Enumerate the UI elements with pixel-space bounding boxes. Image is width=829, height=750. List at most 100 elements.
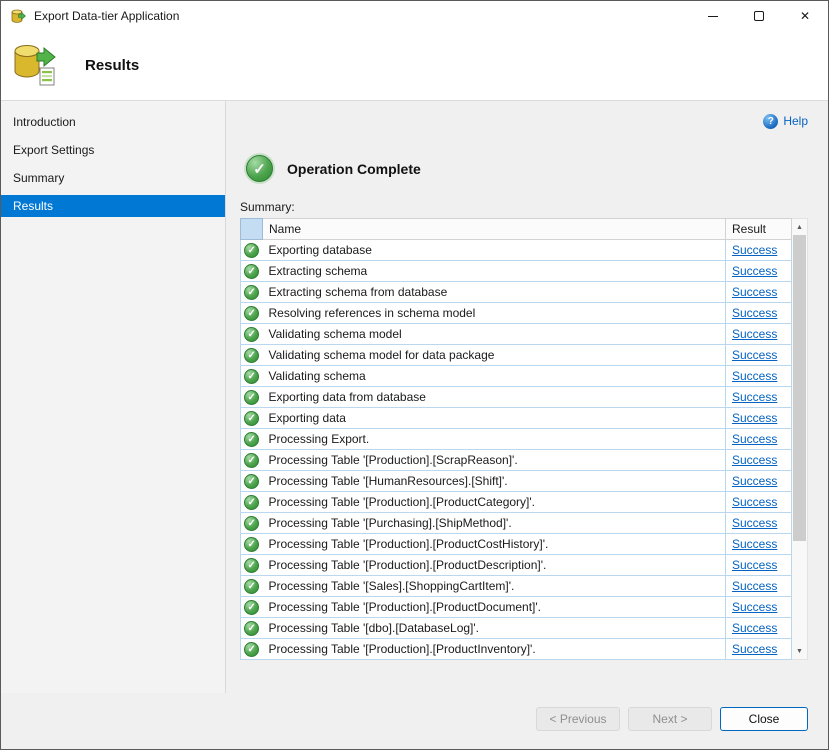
table-row: ✓Processing Table '[Production].[Product… bbox=[241, 555, 792, 576]
scroll-down-button[interactable]: ▼ bbox=[792, 643, 807, 659]
row-result-cell: Success bbox=[726, 618, 792, 639]
row-name: Extracting schema bbox=[263, 261, 726, 282]
row-name: Exporting database bbox=[263, 240, 726, 261]
row-result-cell: Success bbox=[726, 282, 792, 303]
row-result-cell: Success bbox=[726, 408, 792, 429]
titlebar[interactable]: Export Data-tier Application ✕ bbox=[1, 1, 828, 31]
success-link[interactable]: Success bbox=[732, 348, 777, 362]
scroll-track[interactable] bbox=[792, 235, 807, 643]
row-name: Processing Table '[Production].[ProductC… bbox=[263, 534, 726, 555]
success-check-icon: ✓ bbox=[244, 327, 259, 342]
titlebar-close-button[interactable]: ✕ bbox=[782, 1, 828, 31]
success-link[interactable]: Success bbox=[732, 537, 777, 551]
maximize-icon bbox=[754, 11, 764, 21]
success-check-icon: ✓ bbox=[244, 600, 259, 615]
column-header-result[interactable]: Result bbox=[726, 219, 792, 240]
row-result-cell: Success bbox=[726, 324, 792, 345]
footer: < Previous Next > Close bbox=[1, 693, 828, 749]
row-status-cell: ✓ bbox=[241, 303, 263, 324]
success-link[interactable]: Success bbox=[732, 600, 777, 614]
success-link[interactable]: Success bbox=[732, 285, 777, 299]
row-result-cell: Success bbox=[726, 534, 792, 555]
table-row: ✓Exporting dataSuccess bbox=[241, 408, 792, 429]
close-button[interactable]: Close bbox=[720, 707, 808, 731]
success-check-icon: ✓ bbox=[244, 369, 259, 384]
operation-complete-icon: ✓ bbox=[246, 155, 273, 182]
table-row: ✓Validating schemaSuccess bbox=[241, 366, 792, 387]
success-check-icon: ✓ bbox=[244, 642, 259, 657]
column-header-status bbox=[241, 219, 263, 240]
success-link[interactable]: Success bbox=[732, 306, 777, 320]
success-link[interactable]: Success bbox=[732, 432, 777, 446]
table-row: ✓Processing Table '[HumanResources].[Shi… bbox=[241, 471, 792, 492]
row-status-cell: ✓ bbox=[241, 471, 263, 492]
success-link[interactable]: Success bbox=[732, 453, 777, 467]
row-status-cell: ✓ bbox=[241, 513, 263, 534]
export-data-tier-window: Export Data-tier Application ✕ bbox=[0, 0, 829, 750]
sidebar-item-introduction[interactable]: Introduction bbox=[1, 111, 225, 133]
row-name: Processing Export. bbox=[263, 429, 726, 450]
table-row: ✓Validating schema model for data packag… bbox=[241, 345, 792, 366]
row-name: Processing Table '[Production].[ScrapRea… bbox=[263, 450, 726, 471]
maximize-button[interactable] bbox=[736, 1, 782, 31]
minimize-icon bbox=[708, 16, 718, 17]
close-icon: ✕ bbox=[800, 10, 810, 22]
success-link[interactable]: Success bbox=[732, 558, 777, 572]
row-name: Exporting data from database bbox=[263, 387, 726, 408]
row-name: Processing Table '[Production].[ProductI… bbox=[263, 639, 726, 660]
row-result-cell: Success bbox=[726, 261, 792, 282]
success-link[interactable]: Success bbox=[732, 390, 777, 404]
status-row: ✓ Operation Complete bbox=[246, 155, 808, 182]
row-result-cell: Success bbox=[726, 387, 792, 408]
success-link[interactable]: Success bbox=[732, 411, 777, 425]
scroll-thumb[interactable] bbox=[793, 235, 806, 541]
table-row: ✓Resolving references in schema modelSuc… bbox=[241, 303, 792, 324]
success-link[interactable]: Success bbox=[732, 495, 777, 509]
sidebar-item-results[interactable]: Results bbox=[1, 195, 225, 217]
success-check-icon: ✓ bbox=[244, 411, 259, 426]
next-button[interactable]: Next > bbox=[628, 707, 712, 731]
table-row: ✓ Processing Table '[Production].[Product… bbox=[241, 639, 792, 660]
row-status-cell: ✓ bbox=[241, 450, 263, 471]
row-status-cell: ✓ bbox=[241, 429, 263, 450]
content-pane: ? Help ✓ Operation Complete Summary: Nam… bbox=[226, 101, 828, 693]
table-row: ✓Exporting data from database Success bbox=[241, 387, 792, 408]
success-link[interactable]: Success bbox=[732, 243, 777, 257]
previous-button[interactable]: < Previous bbox=[536, 707, 620, 731]
row-name: Processing Table '[dbo].[DatabaseLog]'. bbox=[263, 618, 726, 639]
success-link[interactable]: Success bbox=[732, 264, 777, 278]
row-name: Validating schema model bbox=[263, 324, 726, 345]
success-link[interactable]: Success bbox=[732, 516, 777, 530]
row-result-cell: Success bbox=[726, 471, 792, 492]
success-check-icon: ✓ bbox=[244, 264, 259, 279]
sidebar-item-summary[interactable]: Summary bbox=[1, 167, 225, 189]
column-header-name[interactable]: Name bbox=[263, 219, 726, 240]
scroll-up-button[interactable]: ▲ bbox=[792, 219, 807, 235]
success-check-icon: ✓ bbox=[244, 432, 259, 447]
row-name: Processing Table '[Production].[ProductD… bbox=[263, 555, 726, 576]
row-status-cell: ✓ bbox=[241, 240, 263, 261]
row-status-cell: ✓ bbox=[241, 408, 263, 429]
sidebar-item-export-settings[interactable]: Export Settings bbox=[1, 139, 225, 161]
table-row: ✓ Validating schema model Success bbox=[241, 324, 792, 345]
row-status-cell: ✓ bbox=[241, 387, 263, 408]
export-dac-icon bbox=[11, 42, 57, 89]
success-check-icon: ✓ bbox=[244, 348, 259, 363]
minimize-button[interactable] bbox=[690, 1, 736, 31]
success-link[interactable]: Success bbox=[732, 369, 777, 383]
success-check-icon: ✓ bbox=[244, 243, 259, 258]
row-result-cell: Success bbox=[726, 639, 792, 660]
results-table-body: ✓Exporting databaseSuccess✓Extracting sc… bbox=[241, 240, 792, 660]
row-name: Processing Table '[Purchasing].[ShipMeth… bbox=[263, 513, 726, 534]
window-title: Export Data-tier Application bbox=[34, 9, 179, 23]
row-status-cell: ✓ bbox=[241, 324, 263, 345]
success-check-icon: ✓ bbox=[244, 474, 259, 489]
table-row: ✓ Exporting database Success bbox=[241, 240, 792, 261]
sidebar: Introduction Export Settings Summary Result… bbox=[1, 101, 226, 693]
success-link[interactable]: Success bbox=[732, 579, 777, 593]
success-link[interactable]: Success bbox=[732, 621, 777, 635]
success-link[interactable]: Success bbox=[732, 327, 777, 341]
success-link[interactable]: Success bbox=[732, 474, 777, 488]
help-link[interactable]: ? Help bbox=[240, 113, 808, 129]
success-link[interactable]: Success bbox=[732, 642, 777, 656]
